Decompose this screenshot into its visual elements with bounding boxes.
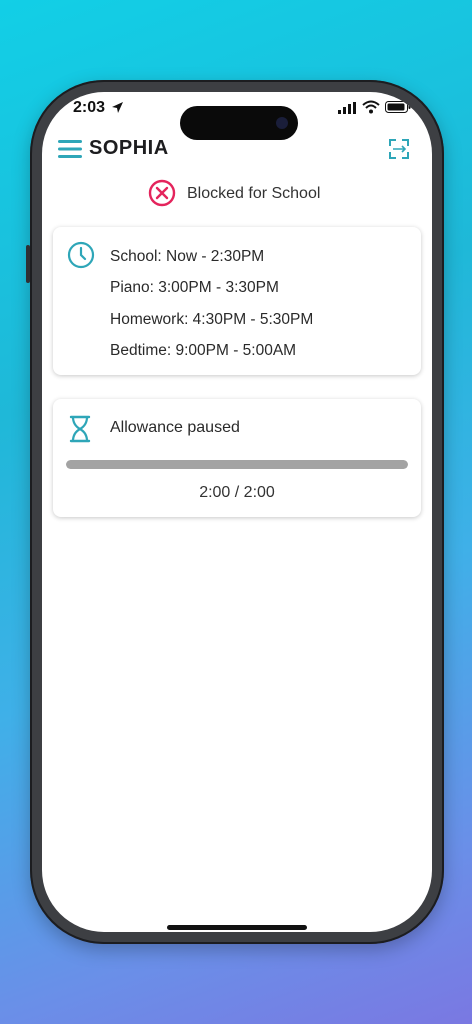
schedule-card[interactable]: School: Now - 2:30PM Piano: 3:00PM - 3:3…	[53, 227, 421, 375]
allowance-count: 2:00 / 2:00	[199, 484, 275, 501]
allowance-progress-bar	[66, 460, 408, 469]
home-indicator[interactable]	[167, 925, 307, 930]
allowance-card[interactable]: Allowance paused 2:00 / 2:00	[53, 399, 421, 517]
status-bar: 2:03	[42, 92, 432, 140]
schedule-item-school: School: Now - 2:30PM	[110, 248, 265, 265]
menu-icon[interactable]	[58, 139, 82, 159]
hourglass-icon	[69, 415, 91, 443]
child-name-title: SOPHIA	[89, 137, 169, 159]
blocked-label: Blocked for School	[187, 185, 321, 202]
allowance-label: Allowance paused	[110, 419, 240, 436]
screen: 2:03 SOPHIA Blocked for School School: N…	[42, 92, 432, 932]
schedule-item-piano: Piano: 3:00PM - 3:30PM	[110, 279, 279, 296]
status-time: 2:03	[73, 99, 106, 116]
switch-device-icon[interactable]	[388, 138, 410, 160]
blocked-status: Blocked for School	[42, 176, 432, 212]
battery-icon	[385, 101, 411, 113]
x-circle-icon	[148, 179, 176, 207]
location-arrow-icon	[112, 102, 123, 113]
schedule-item-homework: Homework: 4:30PM - 5:30PM	[110, 311, 314, 328]
phone-side-button	[26, 245, 30, 283]
app-header: SOPHIA	[42, 132, 432, 168]
cellular-signal-icon	[338, 102, 356, 114]
allowance-progress-fill	[66, 460, 408, 469]
wifi-icon	[362, 100, 380, 114]
camera-dot	[276, 117, 288, 129]
schedule-item-bedtime: Bedtime: 9:00PM - 5:00AM	[110, 342, 297, 359]
clock-icon	[67, 241, 95, 269]
